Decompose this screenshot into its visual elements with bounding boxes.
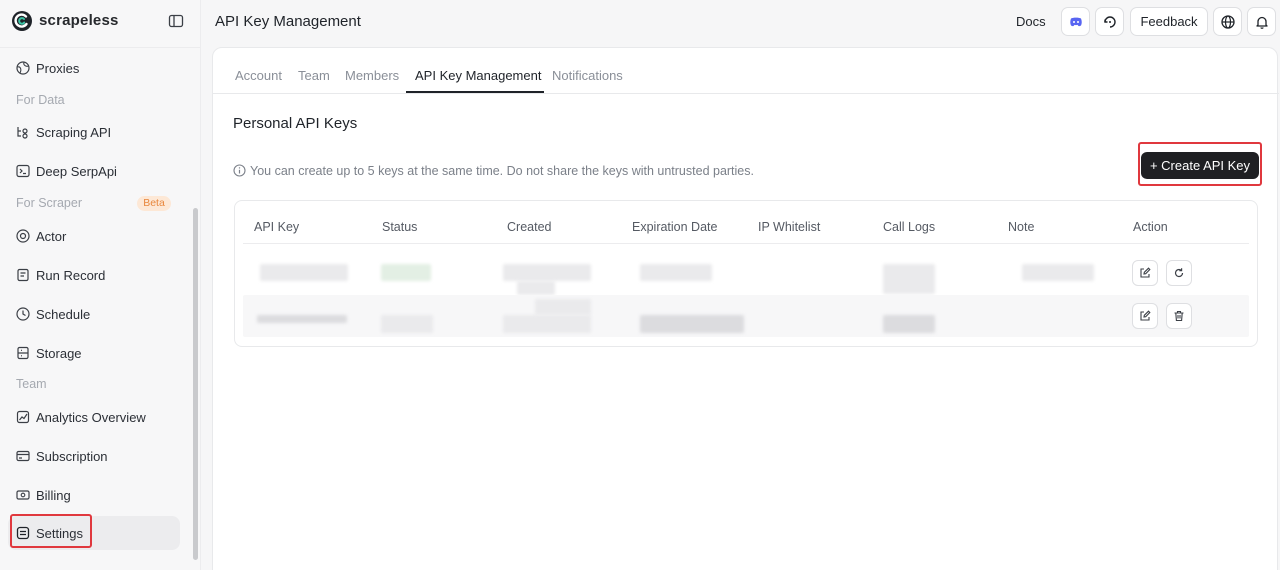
tab-notifications[interactable]: Notifications (552, 68, 623, 83)
redacted-note (1022, 264, 1094, 281)
notifications-button[interactable] (1247, 7, 1276, 36)
info-message: You can create up to 5 keys at the same … (233, 164, 754, 178)
feedback-button[interactable]: Feedback (1130, 7, 1208, 36)
tab-api-key-management[interactable]: API Key Management (415, 68, 541, 83)
support-button[interactable] (1095, 7, 1124, 36)
sidebar-item-storage[interactable]: Storage (8, 336, 180, 370)
column-header: Note (1008, 220, 1035, 234)
redacted-status (381, 264, 431, 281)
refresh-icon (1174, 268, 1184, 278)
sidebar-item-label: Deep SerpApi (36, 164, 117, 179)
column-header: Call Logs (883, 220, 936, 234)
column-header: API Key (254, 220, 300, 234)
sidebar-item-label: Run Record (36, 268, 106, 283)
redacted-expiration (640, 264, 712, 281)
language-button[interactable] (1213, 7, 1242, 36)
redacted-created (535, 299, 591, 315)
column-header: Expiration Date (632, 220, 718, 234)
sidebar-item-label: Scraping API (36, 125, 112, 140)
active-tab-indicator (406, 91, 544, 93)
sidebar-scrollbar[interactable] (193, 208, 198, 560)
globe-icon (16, 61, 30, 75)
main-card: Account Team Members API Key Management … (212, 47, 1279, 570)
analytics-icon (16, 410, 30, 424)
regenerate-button[interactable] (1166, 260, 1192, 286)
section-label-for-scraper: For Scraper (16, 196, 82, 210)
divider (0, 47, 200, 48)
subscription-icon (16, 450, 30, 462)
support-icon (1104, 16, 1116, 28)
clock-icon (16, 307, 30, 321)
api-keys-table: API Key Status Created Expiration Date I… (234, 200, 1258, 347)
redacted-api-key (260, 264, 348, 281)
redacted-expiration (640, 315, 744, 333)
column-header: Status (382, 220, 418, 234)
create-api-key-button[interactable]: + Create API Key (1141, 152, 1259, 179)
sidebar-item-scraping-api[interactable]: Scraping API (8, 115, 180, 149)
trash-icon (1174, 310, 1184, 322)
redacted-status (381, 315, 433, 333)
column-header: IP Whitelist (758, 220, 821, 234)
sidebar-item-settings[interactable]: Settings (8, 516, 180, 550)
sidebar-item-proxies[interactable]: Proxies (8, 51, 180, 85)
column-header: Created (507, 220, 552, 234)
edit-button[interactable] (1132, 303, 1158, 329)
sidebar-collapse-icon[interactable] (168, 13, 184, 29)
discord-icon (1070, 17, 1082, 27)
delete-button[interactable] (1166, 303, 1192, 329)
sidebar-item-run-record[interactable]: Run Record (8, 258, 180, 292)
info-icon (233, 164, 246, 177)
globe-icon (1221, 15, 1235, 29)
sidebar-item-actor[interactable]: Actor (8, 219, 180, 253)
section-label-team: Team (16, 377, 47, 391)
discord-button[interactable] (1061, 7, 1090, 36)
database-icon (17, 346, 29, 360)
actor-icon (16, 229, 30, 243)
billing-icon (16, 490, 30, 500)
docs-link[interactable]: Docs (1016, 14, 1046, 29)
settings-icon (16, 526, 30, 540)
info-text: You can create up to 5 keys at the same … (250, 164, 754, 178)
sidebar-item-analytics-overview[interactable]: Analytics Overview (8, 400, 180, 434)
edit-button[interactable] (1132, 260, 1158, 286)
sidebar-item-label: Settings (36, 526, 83, 541)
sidebar-item-label: Actor (36, 229, 67, 244)
redacted-call-logs (883, 264, 935, 294)
page-title: API Key Management (215, 13, 361, 30)
sidebar-item-label: Subscription (36, 449, 108, 464)
sidebar-item-label: Schedule (36, 307, 91, 322)
redacted-api-key (257, 315, 347, 323)
sidebar-item-label: Proxies (36, 61, 80, 76)
edit-icon (1140, 310, 1151, 321)
scrapeless-logo-icon (12, 11, 32, 31)
sidebar-item-billing[interactable]: Billing (8, 478, 180, 512)
sidebar: scrapeless Proxies For Data Scraping API… (0, 0, 201, 570)
divider (243, 243, 1249, 244)
tab-members[interactable]: Members (345, 68, 399, 83)
tab-account[interactable]: Account (235, 68, 282, 83)
terminal-icon (16, 164, 30, 178)
column-header: Action (1133, 220, 1168, 234)
sidebar-item-label: Storage (36, 346, 82, 361)
tab-bar: Account Team Members API Key Management … (213, 48, 1279, 94)
sidebar-item-label: Analytics Overview (36, 410, 146, 425)
sidebar-item-subscription[interactable]: Subscription (8, 439, 180, 473)
sidebar-item-label: Billing (36, 488, 71, 503)
logo-text: scrapeless (39, 12, 119, 29)
record-icon (17, 268, 29, 282)
bell-icon (1256, 16, 1268, 29)
api-flow-icon (17, 127, 28, 139)
sidebar-item-deep-serpapi[interactable]: Deep SerpApi (8, 154, 180, 188)
beta-badge: Beta (137, 196, 171, 211)
tab-team[interactable]: Team (298, 68, 330, 83)
redacted-created (503, 315, 591, 333)
redacted-created (517, 281, 555, 295)
sidebar-item-schedule[interactable]: Schedule (8, 297, 180, 331)
redacted-created (503, 264, 591, 281)
section-title: Personal API Keys (233, 115, 358, 132)
redacted-call-logs (883, 315, 935, 333)
section-label-for-data: For Data (16, 93, 65, 107)
edit-icon (1140, 267, 1151, 278)
